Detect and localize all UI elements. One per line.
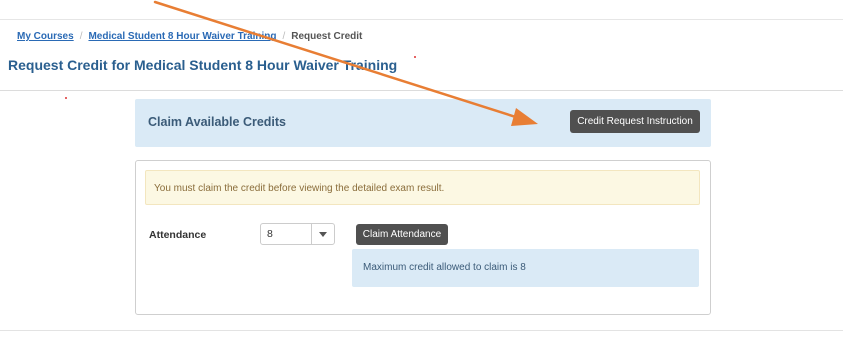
attendance-label: Attendance (149, 229, 207, 241)
red-dot-marker (414, 56, 416, 58)
attendance-select-value: 8 (267, 228, 273, 240)
breadcrumb-course-link[interactable]: Medical Student 8 Hour Waiver Training (88, 31, 276, 42)
breadcrumb-my-courses-link[interactable]: My Courses (17, 31, 74, 42)
breadcrumb-separator: / (79, 31, 83, 42)
credit-request-instruction-button[interactable]: Credit Request Instruction (570, 110, 700, 133)
page-title: Request Credit for Medical Student 8 Hou… (8, 57, 398, 73)
warning-alert: You must claim the credit before viewing… (145, 170, 700, 205)
claim-attendance-button[interactable]: Claim Attendance (356, 224, 448, 245)
top-divider (0, 19, 843, 20)
claim-credits-header: Claim Available Credits Credit Request I… (135, 99, 711, 147)
claim-credits-title: Claim Available Credits (148, 115, 287, 129)
breadcrumb: My Courses / Medical Student 8 Hour Waiver… (17, 31, 362, 42)
title-divider (0, 90, 843, 91)
breadcrumb-separator: / (282, 31, 286, 42)
chevron-down-icon (319, 232, 327, 237)
bottom-divider (0, 330, 843, 331)
dropdown-toggle[interactable] (311, 224, 334, 244)
claim-panel: You must claim the credit before viewing… (135, 160, 711, 315)
max-credit-info: Maximum credit allowed to claim is 8 (352, 249, 699, 287)
red-dot-marker (65, 97, 67, 99)
breadcrumb-current: Request Credit (291, 31, 363, 42)
attendance-select[interactable]: 8 (260, 223, 335, 245)
